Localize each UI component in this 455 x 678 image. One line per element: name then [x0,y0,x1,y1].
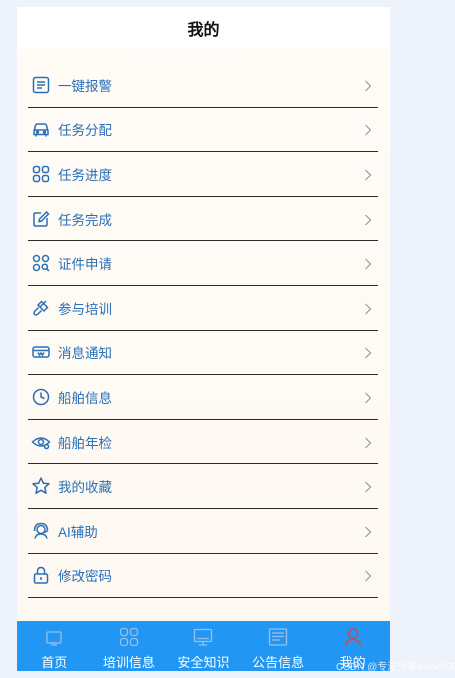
chevron-right-icon [364,346,374,359]
phone-screen: 我的 一键报警 任务分配 任务进度 任务完成 证件申请 参与培训 消息通知 船舶… [17,7,390,671]
menu-item-label: 任务分配 [58,123,112,139]
menu-item-label: 我的收藏 [58,480,112,496]
menu-item-ship-inspection[interactable]: 船舶年检 [28,420,378,465]
monitor-icon [191,625,215,649]
menu-item-training[interactable]: 参与培训 [28,286,378,331]
menu-item-task-complete[interactable]: 任务完成 [28,197,378,242]
car-icon [30,118,52,140]
star-icon [30,475,52,497]
brush-icon [30,297,52,319]
apps-search-icon [30,252,52,274]
grid-icon [117,625,141,649]
menu-item-label: 证件申请 [58,257,112,273]
news-icon [266,625,290,649]
menu-item-ai-assist[interactable]: AI辅助 [28,509,378,554]
page-header: 我的 [17,7,390,49]
menu-item-label: 参与培训 [58,301,112,317]
home-icon [42,625,66,649]
tab-safety-knowledge[interactable]: 安全知识 [166,621,241,671]
menu-item-label: 任务完成 [58,212,112,228]
menu-item-label: 船舶信息 [58,390,112,406]
menu-item-alarm[interactable]: 一键报警 [28,63,378,108]
menu-item-task-progress[interactable]: 任务进度 [28,152,378,197]
chevron-right-icon [364,168,374,181]
chevron-right-icon [364,123,374,136]
headset-icon [30,520,52,542]
chevron-right-icon [364,257,374,270]
menu-item-certificate[interactable]: 证件申请 [28,241,378,286]
menu-item-label: 一键报警 [58,78,112,94]
menu-item-label: 修改密码 [58,569,112,585]
menu-item-favorites[interactable]: 我的收藏 [28,464,378,509]
chevron-right-icon [364,213,374,226]
tab-announcements[interactable]: 公告信息 [241,621,316,671]
page-title: 我的 [187,22,220,39]
user-icon [341,625,365,649]
menu-item-label: 消息通知 [58,346,112,362]
lock-icon [30,564,52,586]
menu-item-messages[interactable]: 消息通知 [28,331,378,376]
menu-item-label: 任务进度 [58,167,112,183]
alarm-panel-icon [30,74,52,96]
edit-icon [30,208,52,230]
menu-item-label: 船舶年检 [58,435,112,451]
tab-label: 首页 [41,655,68,670]
chevron-right-icon [364,302,374,315]
clock-icon [30,386,52,408]
bottom-tab-bar: 首页 培训信息 安全知识 公告信息 我的 [17,621,390,671]
chevron-right-icon [364,79,374,92]
menu-item-task-assign[interactable]: 任务分配 [28,108,378,153]
tab-home[interactable]: 首页 [17,621,92,671]
tab-label: 公告信息 [252,655,305,670]
chevron-right-icon [364,436,374,448]
chevron-right-icon [364,391,374,404]
chevron-right-icon [364,569,374,582]
tab-training-info[interactable]: 培训信息 [92,621,167,671]
menu-item-change-password[interactable]: 修改密码 [28,554,378,599]
tab-label: 培训信息 [102,655,155,670]
tab-label: 安全知识 [177,655,230,670]
menu-list: 一键报警 任务分配 任务进度 任务完成 证件申请 参与培训 消息通知 船舶信息 … [17,63,390,599]
chevron-right-icon [364,480,374,493]
menu-item-ship-info[interactable]: 船舶信息 [28,375,378,420]
menu-item-label: AI辅助 [58,524,98,540]
eye-icon [30,431,52,453]
vr-glasses-icon [30,341,52,363]
chevron-right-icon [364,525,374,538]
watermark: CSDN @专注分享bishe530 [336,662,455,673]
grid-icon [30,163,52,185]
